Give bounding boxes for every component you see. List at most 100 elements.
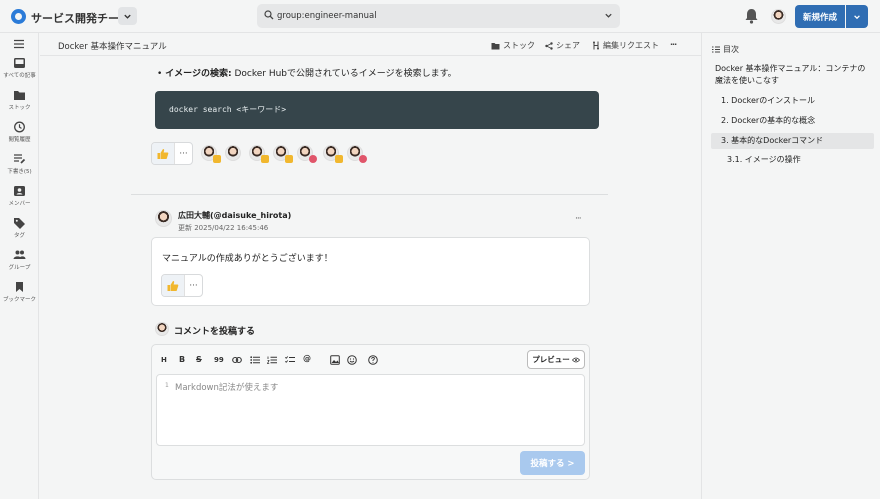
add-reaction-button[interactable]: ···: [184, 275, 202, 296]
team-name[interactable]: サービス開発チーム: [31, 10, 130, 26]
rail-item-groups[interactable]: グループ: [0, 249, 39, 271]
link-icon[interactable]: [232, 356, 242, 364]
bulleted-list-icon[interactable]: [250, 356, 260, 364]
code-block: docker search <キーワード>: [155, 91, 599, 129]
rail-item-drafts[interactable]: 下書き(5): [0, 153, 39, 175]
app-header: サービス開発チーム group:engineer-manual 新規作成: [0, 0, 880, 33]
toc-item[interactable]: 2. Dockerの基本的な概念: [711, 113, 874, 129]
comment-body: マニュアルの作成ありがとうございます！ ···: [151, 237, 590, 306]
rail-item-label: ストック: [8, 105, 31, 111]
new-article-button[interactable]: 新規作成: [795, 5, 845, 28]
toc-item-active[interactable]: 3. 基本的なDockerコマンド: [711, 133, 874, 149]
comment-author[interactable]: 広田大輔(@daisuke_hirota): [178, 210, 291, 221]
bold-tool-button[interactable]: B: [179, 355, 185, 364]
search-bar[interactable]: group:engineer-manual: [257, 4, 620, 28]
thumbs-up-icon: [167, 280, 179, 291]
edit-request-button[interactable]: 編集リクエスト: [592, 40, 659, 51]
stock-button[interactable]: ストック: [491, 40, 535, 51]
comment-date: 更新 2025/04/22 16:45:46: [178, 224, 269, 232]
heading-tool-button[interactable]: H: [161, 356, 167, 364]
preview-label: プレビュー: [532, 355, 570, 364]
thumbs-up-badge-icon: [285, 155, 293, 163]
reactor-avatar[interactable]: [273, 145, 293, 163]
rail-item-label: すべての記事: [3, 73, 36, 79]
help-icon[interactable]: [368, 355, 378, 365]
comment-menu-button[interactable]: ···: [575, 214, 582, 224]
new-article-dropdown-button[interactable]: [846, 5, 868, 28]
reactor-avatar[interactable]: [347, 145, 367, 163]
rail-item-history[interactable]: 閲覧履歴: [0, 121, 39, 143]
bullet-text: Docker Hubで公開されているイメージを検索します。: [231, 69, 457, 79]
section-divider: [131, 194, 608, 195]
avatar: [225, 145, 241, 161]
table-of-contents: 目次 Docker 基本操作マニュアル：コンテナの魔法を使いこなす 1. Doc…: [701, 33, 880, 499]
line-number: 1: [165, 382, 169, 389]
toc-item[interactable]: 3.1. イメージの操作: [711, 152, 874, 168]
rail-item-label: グループ: [8, 265, 31, 271]
reactor-avatar[interactable]: [297, 145, 317, 163]
app-logo[interactable]: [11, 9, 26, 24]
emoji-icon[interactable]: [347, 355, 357, 365]
bullet-bold-text: イメージの検索:: [165, 69, 232, 79]
rail-item-bookmarks[interactable]: ブックマーク: [0, 281, 39, 303]
heart-badge-icon: [359, 155, 367, 163]
strikethrough-tool-button[interactable]: S: [196, 355, 202, 364]
list-item: • イメージの検索: Docker Hubで公開されているイメージを検索します。: [157, 66, 457, 79]
preview-button[interactable]: プレビュー: [527, 350, 585, 369]
tag-icon: [14, 218, 25, 229]
thumbs-up-button[interactable]: [162, 275, 184, 296]
mention-tool-button[interactable]: @: [303, 354, 311, 363]
reactor-avatar[interactable]: [323, 145, 343, 163]
toc-item[interactable]: Docker 基本操作マニュアル：コンテナの魔法を使いこなす: [711, 61, 874, 89]
comment-text: マニュアルの作成ありがとうございます！: [162, 254, 333, 264]
article-title: Docker 基本操作マニュアル: [58, 42, 167, 52]
thumbs-up-button[interactable]: [152, 143, 174, 164]
rail-item-tags[interactable]: タグ: [0, 217, 39, 239]
edit-request-label: 編集リクエスト: [603, 41, 659, 50]
user-avatar[interactable]: [771, 9, 786, 24]
history-icon: [14, 121, 25, 133]
rail-item-label: 下書き(5): [7, 169, 32, 175]
draft-icon: [14, 154, 26, 164]
rail-item-label: タグ: [13, 233, 25, 239]
share-label: シェア: [556, 41, 580, 50]
rail-item-label: ブックマーク: [2, 297, 36, 303]
party-badge-icon: [309, 155, 317, 163]
numbered-list-icon[interactable]: [267, 356, 277, 364]
notification-bell-icon[interactable]: [744, 8, 759, 24]
rail-item-members[interactable]: メンバー: [0, 185, 39, 207]
quote-tool-button[interactable]: 99: [214, 356, 224, 364]
comment-author-avatar[interactable]: [155, 210, 172, 227]
stock-label: ストック: [503, 41, 535, 50]
search-icon: [264, 10, 274, 20]
more-options-button[interactable]: ···: [670, 40, 677, 49]
comment-textarea[interactable]: 1 Markdown記法が使えます: [156, 374, 585, 446]
rail-item-stock[interactable]: ストック: [0, 89, 39, 111]
thumbs-up-badge-icon: [261, 155, 269, 163]
add-reaction-button[interactable]: ···: [174, 143, 192, 164]
comment-editor: H B S 99 @ プレビュー 1 Markdown記法が使えます 投稿する …: [151, 344, 590, 480]
rail-item-all-articles[interactable]: すべての記事: [0, 57, 39, 79]
reactor-avatar[interactable]: [225, 145, 241, 161]
share-button[interactable]: シェア: [545, 40, 580, 51]
task-list-icon[interactable]: [285, 356, 295, 364]
chevron-down-icon[interactable]: [604, 11, 613, 20]
rail-item-label: 閲覧履歴: [8, 137, 31, 143]
toc-item[interactable]: 1. Dockerのインストール: [711, 93, 874, 109]
team-switch-button[interactable]: [118, 7, 137, 25]
member-icon: [14, 186, 25, 196]
toc-list: Docker 基本操作マニュアル：コンテナの魔法を使いこなす 1. Docker…: [711, 61, 874, 168]
submit-comment-button[interactable]: 投稿する >: [520, 451, 585, 475]
folder-icon: [491, 42, 500, 49]
edit-request-icon: [593, 41, 599, 50]
toc-heading: 目次: [712, 44, 739, 55]
reactor-avatar[interactable]: [249, 145, 269, 163]
toc-heading-label: 目次: [723, 45, 739, 54]
comment-placeholder: Markdown記法が使えます: [175, 383, 279, 393]
post-comment-heading: コメントを投稿する: [174, 327, 256, 337]
reactor-avatar[interactable]: [201, 145, 221, 163]
left-navigation: すべての記事 ストック 閲覧履歴 下書き(5) メンバー タグ グループ ブック…: [0, 33, 39, 499]
image-icon[interactable]: [330, 355, 340, 365]
menu-icon[interactable]: [13, 39, 25, 49]
search-input[interactable]: group:engineer-manual: [277, 11, 377, 21]
